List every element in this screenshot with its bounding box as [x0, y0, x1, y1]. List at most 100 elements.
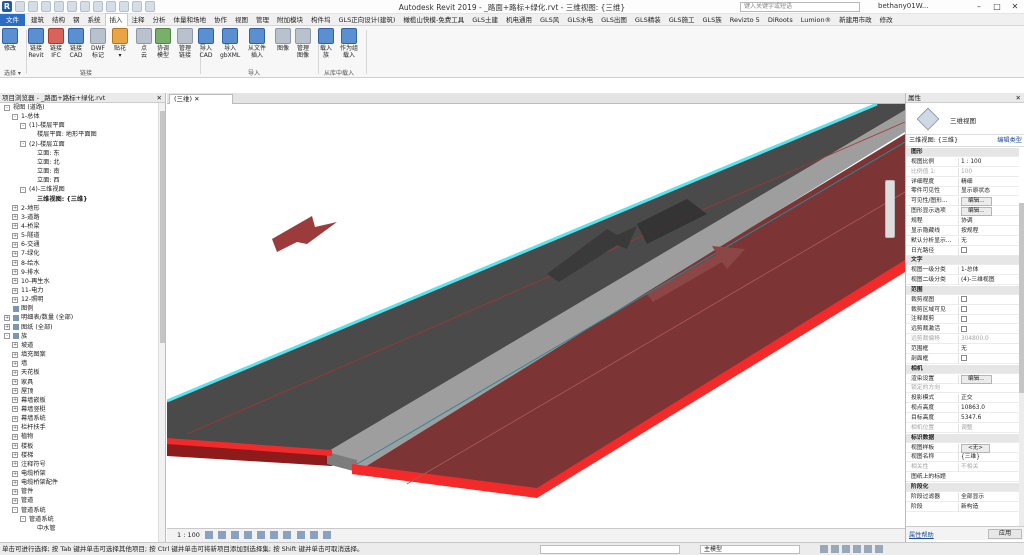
tree-item[interactable]: +12-照明 — [12, 295, 43, 304]
property-value[interactable] — [958, 295, 1018, 305]
property-value[interactable]: 编辑... — [958, 207, 1018, 217]
instance-selector[interactable]: 三维视图: {三维} 编辑类型 — [906, 136, 1024, 147]
property-value[interactable]: 显示原状态 — [958, 187, 1018, 197]
collapse-icon[interactable]: - — [4, 104, 10, 111]
ribbon-button[interactable]: 导入 gbXML — [220, 28, 240, 59]
maximize-icon[interactable]: □ — [988, 0, 1006, 14]
collapse-icon[interactable]: - — [12, 113, 18, 120]
tree-item[interactable]: +2-地形 — [12, 204, 40, 213]
tree-item[interactable]: + 栏杆扶手 — [12, 423, 46, 432]
ribbon-tab[interactable]: GLS水电 — [563, 14, 597, 26]
expand-icon[interactable]: + — [12, 342, 18, 349]
3d-viewport[interactable] — [167, 104, 905, 528]
ribbon-button[interactable]: 导入 CAD — [198, 28, 214, 59]
tree-item[interactable]: +11-电力 — [12, 286, 43, 295]
ribbon-tab[interactable]: 构件坞 — [307, 14, 335, 26]
tree-item[interactable]: +7-绿化 — [12, 249, 40, 258]
ribbon-tab[interactable]: GLS出图 — [597, 14, 631, 26]
detail-level-icon[interactable] — [204, 531, 213, 539]
edit-button[interactable]: 编辑... — [961, 207, 992, 217]
property-value[interactable]: 编辑... — [958, 197, 1018, 207]
tree-item[interactable]: + 家具 — [12, 378, 33, 387]
tree-item[interactable]: + 电缆桥架配件 — [12, 478, 58, 487]
property-row[interactable]: 视图样板 <无> — [906, 443, 1019, 453]
property-value[interactable] — [958, 354, 1018, 364]
expand-icon[interactable]: + — [4, 324, 10, 331]
expand-icon[interactable]: + — [12, 488, 18, 495]
expand-icon[interactable]: + — [12, 415, 18, 422]
tree-item[interactable]: - (4)-三维视图 — [20, 185, 65, 194]
property-value[interactable]: {三维} — [958, 453, 1018, 463]
collapse-icon[interactable]: - — [20, 186, 26, 193]
property-checkbox[interactable] — [961, 306, 967, 313]
properties-scrollbar[interactable] — [1019, 203, 1024, 528]
sun-path-icon[interactable] — [231, 531, 240, 539]
property-row[interactable]: 相机位置 调整 — [906, 423, 1019, 433]
property-checkbox[interactable] — [961, 296, 967, 303]
expand-icon[interactable]: + — [12, 397, 18, 404]
ribbon-tab[interactable]: GLS风 — [536, 14, 563, 26]
navigation-bar[interactable] — [885, 180, 895, 238]
expand-icon[interactable]: + — [12, 443, 18, 450]
tree-item[interactable]: - 管道系统 — [12, 506, 46, 515]
ribbon-tab[interactable]: GLS土建 — [468, 14, 502, 26]
tree-item[interactable]: + 天花板 — [12, 368, 40, 377]
close-icon[interactable]: ✕ — [194, 95, 199, 103]
ribbon-button[interactable]: 协调 模型 — [155, 28, 171, 59]
ribbon-tab[interactable]: 插入 — [104, 13, 128, 26]
ribbon-tab[interactable]: 分析 — [149, 14, 170, 26]
ribbon-tab[interactable]: 橄榄山快模-免费工具 — [399, 14, 468, 26]
property-value[interactable] — [958, 305, 1018, 315]
tree-item[interactable]: - (2)-楼层立面 — [20, 140, 65, 149]
minimize-icon[interactable]: – — [970, 0, 988, 14]
property-row[interactable]: 远剪裁偏移 304800.0 — [906, 335, 1019, 345]
ribbon-tab[interactable]: 新建用市政 — [835, 14, 876, 26]
property-checkbox[interactable] — [961, 247, 967, 253]
tree-item[interactable]: 立面: 西 — [28, 176, 60, 185]
tree-item[interactable]: 立面: 北 — [28, 158, 60, 167]
property-row[interactable]: 目标高度 5347.6 — [906, 413, 1019, 423]
tab-3d-view[interactable]: (三维) ✕ — [169, 94, 233, 104]
ribbon-button[interactable]: 载入 族 — [318, 28, 334, 59]
property-row[interactable]: 比例值 1: 100 — [906, 167, 1019, 177]
view-scale[interactable]: 1 : 100 — [177, 531, 200, 539]
expand-icon[interactable]: + — [12, 278, 18, 285]
ribbon-tab[interactable]: 附加模块 — [273, 14, 307, 26]
model-selector[interactable]: 主模型 — [700, 545, 800, 554]
property-value[interactable]: 编辑... — [958, 374, 1018, 384]
tree-item[interactable]: + 管道 — [12, 496, 33, 505]
browser-scrollbar[interactable] — [158, 103, 165, 542]
ribbon-button[interactable]: 作为组 载入 — [340, 28, 358, 59]
expand-icon[interactable]: + — [12, 461, 18, 468]
ribbon-tab[interactable]: Lumion® — [797, 14, 835, 26]
property-value[interactable]: 协调 — [958, 216, 1018, 226]
apply-button[interactable]: 应用 — [988, 529, 1022, 539]
tree-item[interactable]: +10-再生水 — [12, 277, 50, 286]
expand-icon[interactable]: + — [12, 452, 18, 459]
tree-item[interactable]: 三维视图: {三维} — [28, 195, 88, 204]
ribbon-tab[interactable]: GLS正向设计(建筑) — [335, 14, 400, 26]
property-value[interactable]: 调整 — [958, 423, 1018, 433]
tree-item[interactable]: 中水管 — [28, 524, 56, 533]
tree-item[interactable]: + 注释符号 — [12, 460, 46, 469]
property-row[interactable]: 视图二级分类 (4)-三维视图 — [906, 276, 1019, 286]
ribbon-tab[interactable]: DiRoots — [764, 14, 797, 26]
ribbon-button[interactable]: 从文件 插入 — [248, 28, 266, 59]
collapse-icon[interactable]: - — [12, 507, 18, 514]
property-row[interactable]: 远剪裁激活 — [906, 325, 1019, 335]
collapse-icon[interactable]: - — [4, 333, 10, 340]
tree-item[interactable]: 立面: 东 — [28, 149, 60, 158]
ribbon-button[interactable]: 链接 IFC — [48, 28, 64, 59]
ribbon-button[interactable]: DWF 标记 — [90, 28, 106, 59]
ribbon-tab[interactable]: 钢 — [69, 14, 84, 26]
tree-item[interactable]: + 图纸 (全部) — [4, 323, 53, 332]
tree-item[interactable]: + 幕墙系统 — [12, 414, 46, 423]
property-row[interactable]: 注释裁剪 — [906, 315, 1019, 325]
expand-icon[interactable]: + — [12, 479, 18, 486]
ribbon-tab[interactable]: 体量和场地 — [170, 14, 211, 26]
scrollbar-thumb[interactable] — [160, 111, 165, 343]
property-value[interactable]: 304800.0 — [958, 335, 1018, 345]
expand-icon[interactable]: + — [12, 360, 18, 367]
property-value[interactable]: 精细 — [958, 177, 1018, 187]
workset-selector[interactable] — [540, 545, 680, 554]
